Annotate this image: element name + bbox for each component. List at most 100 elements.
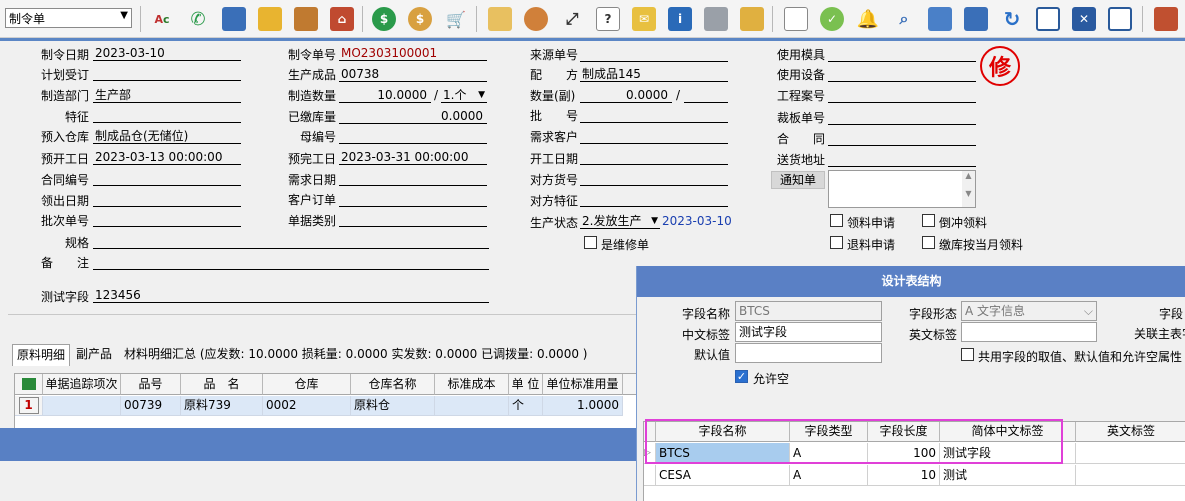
- share-icon[interactable]: ⤢: [560, 7, 584, 31]
- phone-icon[interactable]: ✆: [186, 7, 210, 31]
- tab-material-detail[interactable]: 原料明细: [12, 344, 71, 366]
- chevron-down-icon[interactable]: ▼: [651, 214, 658, 228]
- grid-header[interactable]: 单位标准用量: [543, 374, 623, 395]
- share-checkbox[interactable]: [961, 348, 974, 361]
- computer-icon[interactable]: [222, 7, 246, 31]
- apply-checkbox[interactable]: [830, 214, 843, 227]
- dollar-icon[interactable]: $: [372, 7, 396, 31]
- allow-null-checkbox[interactable]: ✓: [735, 370, 748, 383]
- table-cell[interactable]: [435, 396, 509, 416]
- notice-label[interactable]: 通知单: [771, 171, 825, 189]
- qty-field[interactable]: 10.0000: [339, 88, 431, 103]
- doc-category-field[interactable]: [339, 212, 487, 227]
- clipboard-icon[interactable]: [488, 7, 512, 31]
- pick-date-field[interactable]: [93, 192, 241, 207]
- en-label-input[interactable]: [961, 322, 1097, 342]
- status-select[interactable]: 2.发放生产 ▼: [580, 214, 660, 229]
- open-date-field[interactable]: [580, 150, 728, 165]
- month-checkbox[interactable]: [922, 236, 935, 249]
- grid-header[interactable]: 品 名: [181, 374, 263, 395]
- window-icon[interactable]: [1036, 7, 1060, 31]
- check-icon[interactable]: ✓: [820, 7, 844, 31]
- contract-field[interactable]: [828, 131, 976, 146]
- abc-spell-icon[interactable]: Ac: [150, 7, 174, 31]
- table-cell[interactable]: CESA: [656, 465, 790, 486]
- grid-header[interactable]: 标准成本: [435, 374, 509, 395]
- their-code-field[interactable]: [580, 171, 728, 186]
- test-field[interactable]: 123456: [93, 288, 489, 303]
- excel-icon[interactable]: [21, 378, 36, 390]
- lock-icon[interactable]: [258, 7, 282, 31]
- cut-board-field[interactable]: [828, 110, 976, 125]
- org-tree-icon[interactable]: [928, 7, 952, 31]
- notice-textarea[interactable]: [828, 170, 976, 208]
- demand-customer-field[interactable]: [580, 129, 728, 144]
- briefcase-icon[interactable]: [294, 7, 318, 31]
- lot-no-field[interactable]: [580, 108, 728, 123]
- table-cell[interactable]: [43, 396, 121, 416]
- folder-icon[interactable]: [740, 7, 764, 31]
- table-cell[interactable]: 00739: [121, 396, 181, 416]
- info-icon[interactable]: i: [668, 7, 692, 31]
- remark-field[interactable]: [93, 255, 489, 270]
- order-date-field[interactable]: 2023-03-10: [93, 46, 241, 61]
- customer-order-field[interactable]: [339, 192, 487, 207]
- finish-field[interactable]: 2023-03-31 00:00:00: [339, 150, 487, 165]
- project-field[interactable]: [828, 88, 976, 103]
- their-feature-field[interactable]: [580, 192, 728, 207]
- exit-icon[interactable]: [1154, 7, 1178, 31]
- recipe-field[interactable]: 制成品145: [580, 67, 728, 82]
- mail-icon[interactable]: ✉: [632, 7, 656, 31]
- paid-field[interactable]: 0.0000: [339, 109, 487, 124]
- help-icon[interactable]: ?: [596, 7, 620, 31]
- reverse-checkbox[interactable]: [922, 214, 935, 227]
- search-icon[interactable]: ⌕: [892, 7, 916, 31]
- grid-header[interactable]: 仓库: [263, 374, 351, 395]
- field-form-select[interactable]: A 文字信息 ⌵: [961, 301, 1097, 321]
- plan-field[interactable]: [93, 66, 241, 81]
- tab-by-product[interactable]: 副产品: [72, 344, 116, 366]
- delivery-field[interactable]: [828, 152, 976, 167]
- chevron-down-icon[interactable]: ▼: [478, 88, 485, 102]
- document-icon[interactable]: [784, 7, 808, 31]
- mold-field[interactable]: [828, 47, 976, 62]
- batch-no-field[interactable]: [93, 212, 241, 227]
- chevron-down-icon[interactable]: ⌵: [1084, 302, 1093, 320]
- table-cell[interactable]: [1076, 443, 1185, 464]
- qty2-unit-field[interactable]: [684, 88, 728, 103]
- monitor-icon[interactable]: [964, 7, 988, 31]
- demand-date-field[interactable]: [339, 171, 487, 186]
- spec-field[interactable]: [93, 234, 489, 249]
- device-field[interactable]: [828, 67, 976, 82]
- field-name-input[interactable]: BTCS: [735, 301, 882, 321]
- qty2-field[interactable]: 0.0000: [580, 88, 672, 103]
- grid-header[interactable]: 单据追踪项次: [43, 374, 121, 395]
- grid-corner[interactable]: [15, 374, 43, 395]
- warehouse-field[interactable]: 制成品仓(无储位): [93, 129, 241, 144]
- start-field[interactable]: 2023-03-13 00:00:00: [93, 150, 241, 165]
- restore-icon[interactable]: [1108, 7, 1132, 31]
- product-field[interactable]: 00738: [339, 67, 487, 82]
- field-grid-header[interactable]: 英文标签: [1076, 422, 1185, 442]
- money-bag-icon[interactable]: $: [408, 7, 432, 31]
- return-checkbox[interactable]: [830, 236, 843, 249]
- table-cell[interactable]: 原料739: [181, 396, 263, 416]
- table-cell[interactable]: 0002: [263, 396, 351, 416]
- table-cell[interactable]: [1076, 465, 1185, 486]
- source-no-field[interactable]: [580, 47, 728, 62]
- home-icon[interactable]: ⌂: [330, 7, 354, 31]
- table-cell[interactable]: A: [790, 465, 868, 486]
- refresh-icon[interactable]: ↻: [1000, 7, 1024, 31]
- contract-no-field[interactable]: [93, 171, 241, 186]
- grid-header[interactable]: 品号: [121, 374, 181, 395]
- table-cell[interactable]: 1.0000: [543, 396, 623, 416]
- dept-field[interactable]: 生产部: [93, 88, 241, 103]
- bell-icon[interactable]: 🔔: [856, 7, 880, 31]
- table-cell[interactable]: 10: [868, 465, 940, 486]
- users-icon[interactable]: [524, 7, 548, 31]
- feature-field[interactable]: [93, 108, 241, 123]
- order-no-field[interactable]: MO2303100001: [339, 46, 487, 61]
- grid-header[interactable]: 仓库名称: [351, 374, 435, 395]
- table-cell[interactable]: 个: [509, 396, 543, 416]
- cn-label-input[interactable]: 测试字段: [735, 322, 882, 342]
